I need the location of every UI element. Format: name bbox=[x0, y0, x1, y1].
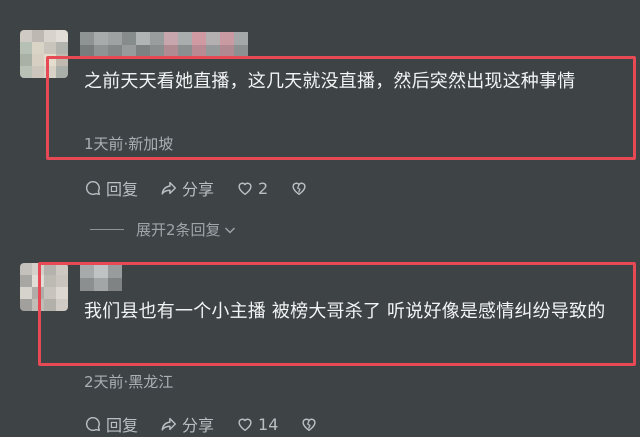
share-icon bbox=[161, 417, 177, 431]
username-blurred-1[interactable] bbox=[80, 32, 248, 58]
like-count-2: 14 bbox=[258, 414, 279, 434]
comment-text-2: 我们县也有一个小主播 被榜大哥杀了 听说好像是感情纠纷导致的 bbox=[84, 301, 606, 322]
dislike-button-1[interactable] bbox=[290, 179, 312, 197]
heart-icon bbox=[238, 182, 252, 196]
heart-icon bbox=[238, 418, 252, 432]
reply-icon bbox=[85, 180, 101, 196]
reply-label-1: 回复 bbox=[106, 180, 139, 199]
reply-button-2[interactable]: 回复 bbox=[84, 412, 138, 436]
dislike-heart-icon bbox=[302, 418, 316, 432]
expand-replies-label: 展开2条回复 bbox=[136, 221, 221, 239]
share-label-1: 分享 bbox=[182, 180, 215, 199]
comment-actions-2: 回复 分享 14 bbox=[84, 412, 344, 436]
expand-replies-button[interactable]: 展开2条回复 bbox=[90, 219, 237, 240]
comment-text-1: 之前天天看她直播，这几天就没直播，然后突然出现这种事情 bbox=[84, 71, 576, 92]
share-button-2[interactable]: 分享 bbox=[160, 412, 214, 436]
reply-button-1[interactable]: 回复 bbox=[84, 176, 138, 200]
like-button-2[interactable]: 14 bbox=[236, 415, 278, 434]
comment-actions-1: 回复 分享 2 bbox=[84, 176, 334, 200]
dislike-button-2[interactable] bbox=[300, 415, 322, 433]
dislike-heart-icon bbox=[292, 182, 306, 196]
share-icon bbox=[161, 181, 177, 195]
expand-divider bbox=[90, 229, 124, 230]
like-count-1: 2 bbox=[258, 178, 269, 198]
share-button-1[interactable]: 分享 bbox=[160, 176, 214, 200]
chevron-down-icon bbox=[224, 227, 235, 233]
comment-meta-1: 1天前·新加坡 bbox=[84, 135, 174, 153]
reply-icon bbox=[85, 416, 101, 432]
share-label-2: 分享 bbox=[182, 416, 215, 435]
comment-meta-2: 2天前·黑龙江 bbox=[84, 373, 174, 391]
like-button-1[interactable]: 2 bbox=[236, 179, 268, 198]
reply-label-2: 回复 bbox=[106, 416, 139, 435]
